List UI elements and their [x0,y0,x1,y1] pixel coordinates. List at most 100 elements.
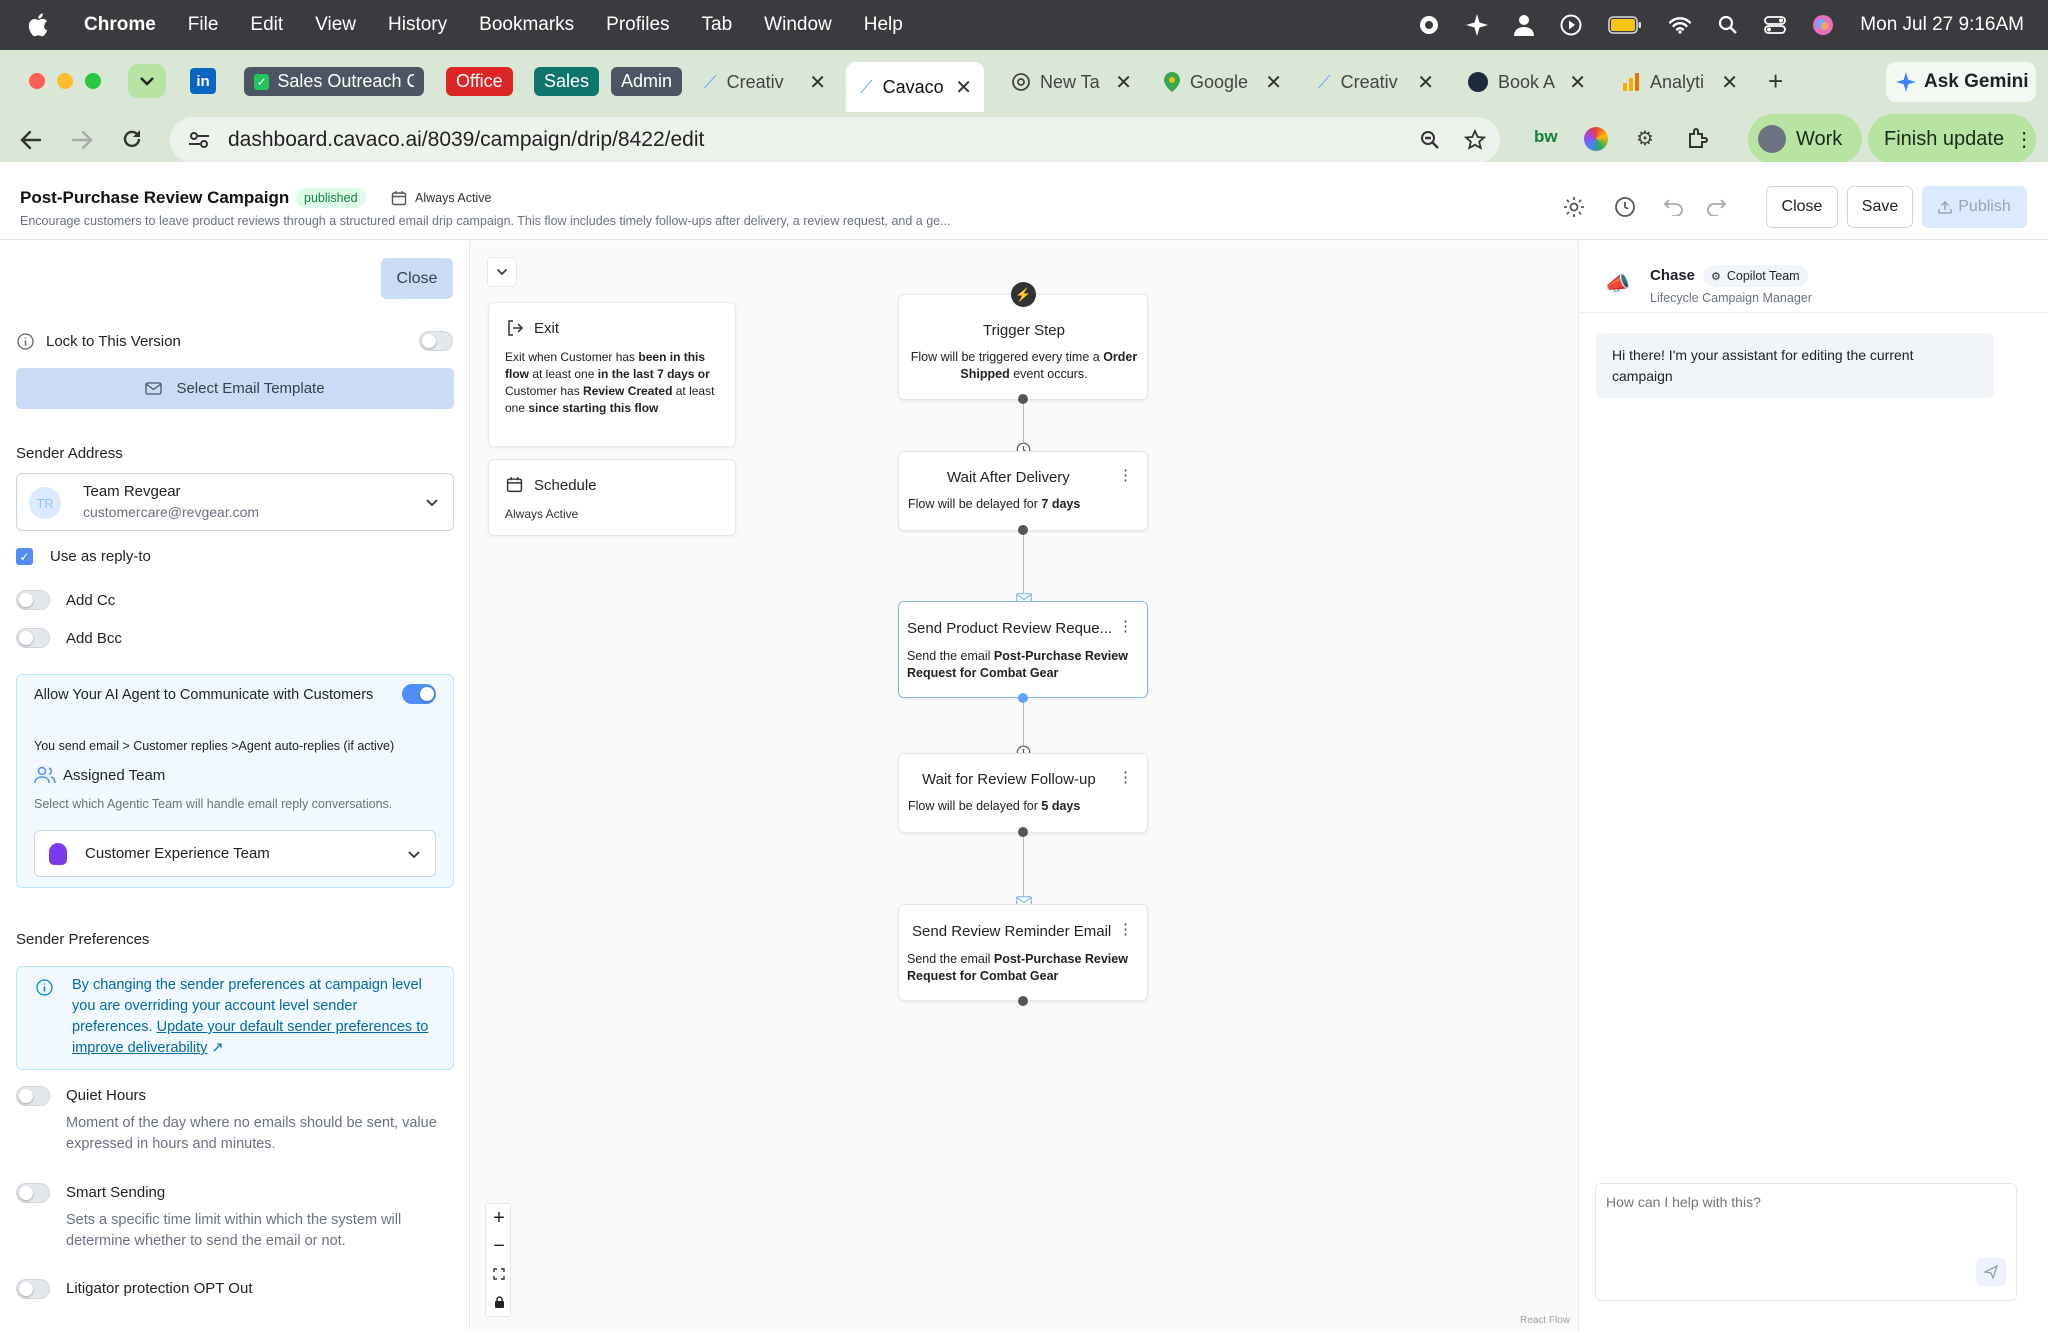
close-tab-icon[interactable]: ✕ [1417,70,1434,95]
menu-bookmarks[interactable]: Bookmarks [479,14,574,36]
external-link-icon[interactable]: ↗ [211,1040,223,1056]
window-minimize-button[interactable] [57,73,73,89]
menubar-clock[interactable]: Mon Jul 27 9:16AM [1860,14,2024,36]
kebab-menu-icon[interactable]: ⋮ [1118,768,1133,786]
menu-file[interactable]: File [188,14,219,36]
tab-group-sales-outreach[interactable]: ✓ Sales Outreach C [244,67,424,96]
lock-button[interactable] [486,1288,512,1316]
close-tab-icon[interactable]: ✕ [1115,70,1132,95]
panel-close-button[interactable]: Close [381,258,453,299]
close-tab-icon[interactable]: ✕ [1265,70,1282,95]
chat-input[interactable] [1596,1184,2016,1258]
litigator-toggle[interactable] [16,1279,50,1299]
smart-sending-toggle[interactable] [16,1183,50,1203]
kebab-menu-icon[interactable]: ⋮ [1118,466,1133,484]
ask-gemini-button[interactable]: Ask Gemini [1886,62,2036,102]
reply-to-checkbox[interactable]: ✓ [16,548,33,565]
node-handle[interactable] [1018,827,1028,837]
wait-review-followup-node[interactable]: Wait for Review Follow-up ⋮ Flow will be… [898,753,1148,833]
history-clock-icon[interactable] [1613,195,1637,219]
tab-group-office[interactable]: Office [446,67,513,96]
react-flow-attribution[interactable]: React Flow [1520,1315,1570,1326]
save-button[interactable]: Save [1847,186,1913,228]
browser-tab[interactable]: Book A ✕ [1468,62,1586,102]
chat-input-box[interactable] [1595,1183,2017,1301]
wait-after-delivery-node[interactable]: Wait After Delivery ⋮ Flow will be delay… [898,451,1148,531]
exit-card[interactable]: Exit Exit when Customer has been in this… [488,302,736,447]
menu-app-name[interactable]: Chrome [84,14,156,36]
siri-icon[interactable] [1812,14,1834,36]
node-handle[interactable] [1018,394,1028,404]
collapse-button[interactable] [487,257,517,287]
menu-view[interactable]: View [315,14,356,36]
battery-icon[interactable] [1608,16,1642,34]
lock-version-toggle[interactable] [419,331,453,351]
close-tab-icon[interactable]: ✕ [1569,70,1586,95]
new-tab-button[interactable]: + [1768,66,1783,97]
tab-group-sales[interactable]: Sales [534,67,600,96]
extensions-puzzle-icon[interactable] [1686,127,1710,151]
zoom-out-button[interactable]: − [486,1232,512,1260]
kebab-menu-icon[interactable]: ⋮ [1118,920,1133,938]
zoom-in-button[interactable]: + [486,1204,512,1232]
reload-icon[interactable] [121,128,143,150]
kebab-menu-icon[interactable]: ⋮ [1118,617,1133,635]
linkedin-pinned-tab[interactable]: in [190,68,216,94]
menu-history[interactable]: History [388,14,447,36]
extension-color-icon[interactable] [1584,127,1608,151]
flow-canvas[interactable]: Exit Exit when Customer has been in this… [471,241,1578,1331]
menu-edit[interactable]: Edit [250,14,283,36]
schedule-card[interactable]: Schedule Always Active [488,459,736,536]
extension-bw-icon[interactable]: bw [1534,127,1558,147]
tab-group-admin[interactable]: Admin [611,67,683,96]
menu-profiles[interactable]: Profiles [606,14,669,36]
finish-update-button[interactable]: Finish update ⋮ [1868,114,2036,164]
profile-button[interactable]: Work [1748,114,1862,164]
wifi-icon[interactable] [1668,16,1692,34]
url-text[interactable]: dashboard.cavaco.ai/8039/campaign/drip/8… [228,128,704,152]
play-circle-icon[interactable] [1560,14,1582,36]
header-close-button[interactable]: Close [1766,186,1838,228]
browser-tab[interactable]: ⟋ Creativ ✕ [704,62,826,102]
ai-agent-toggle[interactable] [402,684,436,704]
sparkle-icon[interactable] [1466,14,1489,36]
zoom-icon[interactable] [1420,130,1440,150]
add-cc-toggle[interactable] [16,590,50,610]
menu-window[interactable]: Window [764,14,832,36]
select-email-template-button[interactable]: Select Email Template [16,368,454,409]
publish-button[interactable]: Publish [1922,186,2027,228]
close-tab-icon[interactable]: ✕ [1721,70,1738,95]
gear-status-icon[interactable] [1418,14,1440,36]
settings-gear-icon[interactable] [1562,195,1586,219]
forward-arrow-icon[interactable] [71,130,93,150]
window-zoom-button[interactable] [85,73,101,89]
extension-gear-icon[interactable]: ⚙ [1636,126,1654,151]
close-tab-icon[interactable]: ✕ [809,70,826,95]
apple-icon[interactable] [28,13,48,37]
tab-search-button[interactable] [128,64,166,98]
add-bcc-toggle[interactable] [16,628,50,648]
browser-tab[interactable]: ⟋ Creativ ✕ [1318,62,1434,102]
close-tab-icon[interactable]: ✕ [955,75,972,100]
spotlight-search-icon[interactable] [1718,15,1738,35]
send-review-reminder-node[interactable]: Send Review Reminder Email ⋮ Send the em… [898,904,1148,1001]
node-handle[interactable] [1018,525,1028,535]
team-select[interactable]: Customer Experience Team [34,830,436,877]
user-status-icon[interactable] [1514,14,1535,36]
bookmark-star-icon[interactable] [1464,129,1486,151]
site-settings-icon[interactable] [188,130,210,150]
control-center-icon[interactable] [1764,15,1787,35]
quiet-hours-toggle[interactable] [16,1086,50,1106]
node-handle[interactable] [1018,693,1028,703]
redo-icon[interactable] [1705,198,1727,216]
node-handle[interactable] [1018,996,1028,1006]
browser-tab[interactable]: New Ta ✕ [1012,62,1132,102]
send-button[interactable] [1976,1258,2006,1286]
browser-tab[interactable]: Analyti ✕ [1622,62,1738,102]
browser-tab[interactable]: Google ✕ [1164,62,1282,102]
back-arrow-icon[interactable] [20,130,42,150]
undo-icon[interactable] [1663,198,1685,216]
menu-tab[interactable]: Tab [702,14,733,36]
send-product-review-node[interactable]: Send Product Review Reque... ⋮ Send the … [898,601,1148,698]
address-bar[interactable]: dashboard.cavaco.ai/8039/campaign/drip/8… [170,117,1500,163]
